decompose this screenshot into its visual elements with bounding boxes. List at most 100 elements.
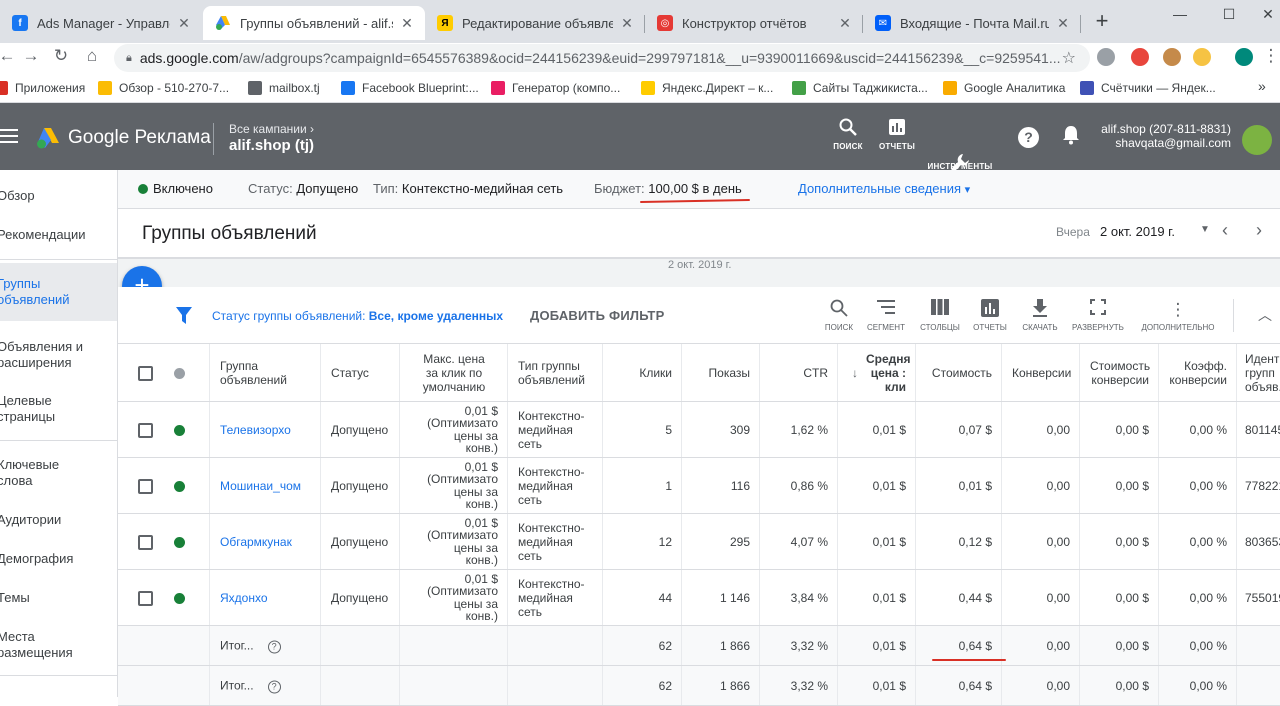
column-header-adgroup-type[interactable]: Тип группы объявлений — [508, 344, 603, 401]
row-checkbox[interactable] — [138, 590, 153, 606]
breadcrumb[interactable]: Все кампании › — [229, 122, 314, 136]
status-text: Допущено — [331, 534, 389, 549]
browser-tab[interactable]: Я Редактирование объявлений ✕ — [425, 6, 645, 40]
browser-tab[interactable]: ◎ Конструктор отчётов ✕ — [645, 6, 863, 40]
conv-rate-value: 0,00 % — [1189, 478, 1227, 493]
adgroup-name-link[interactable]: Обгармкунак — [220, 535, 311, 549]
nav-divider — [0, 440, 117, 441]
adgroup-name-link[interactable]: Телевизорхо — [220, 423, 311, 437]
bookmark-star-icon[interactable]: ☆ — [1062, 48, 1076, 68]
campaign-state[interactable]: Включено — [138, 181, 213, 196]
notifications-bell-icon[interactable] — [1062, 125, 1080, 150]
menu-icon[interactable] — [0, 129, 18, 147]
extension-cookie-icon[interactable] — [1163, 48, 1181, 66]
column-header-ctr[interactable]: CTR — [760, 344, 838, 401]
bookmark-item[interactable]: Яндекс.Директ – к... — [641, 81, 773, 95]
extension-shield-icon[interactable] — [1131, 48, 1149, 66]
bookmark-item[interactable]: Сайты Таджикиста... — [792, 81, 928, 95]
bookmark-item[interactable]: Счётчики — Яндек... — [1080, 81, 1216, 95]
adgroup-name-link[interactable]: Мошинаи_чом — [220, 479, 311, 493]
enabled-dot-icon[interactable] — [174, 424, 185, 436]
bookmark-item[interactable]: Обзор - 510-270-7... — [98, 81, 229, 95]
max-cpc-value[interactable]: 0,01 $ (Оптимизато цены за конв.) — [410, 460, 498, 511]
profile-avatar-icon[interactable] — [1235, 48, 1253, 66]
select-all-checkbox[interactable] — [138, 365, 153, 381]
browser-menu-icon[interactable]: ⋮ — [1260, 46, 1280, 66]
chevron-right-icon[interactable]: › — [1256, 220, 1262, 241]
total-conv-rate: 0,00 % — [1189, 638, 1227, 653]
extension-globe-icon[interactable] — [1097, 48, 1115, 66]
adgroup-name-link[interactable]: Яхдонхо — [220, 591, 311, 605]
account-info[interactable]: alif.shop (207-811-8831) shavqata@gmail.… — [1101, 122, 1231, 150]
column-header-cost-per-conv[interactable]: Стоимость конверсии — [1080, 344, 1159, 401]
back-icon[interactable]: ← — [0, 46, 18, 66]
column-header-adgroup[interactable]: Группа объявлений — [210, 344, 321, 401]
max-cpc-value[interactable]: 0,01 $ (Оптимизато цены за конв.) — [410, 404, 498, 455]
segment-icon — [862, 299, 910, 323]
filter-funnel-icon[interactable] — [176, 307, 192, 330]
close-icon[interactable]: ✕ — [176, 15, 192, 32]
active-filter[interactable]: Статус группы объявлений: Все, кроме уда… — [212, 309, 503, 323]
close-icon[interactable]: ✕ — [619, 15, 635, 32]
column-header-max-cpc[interactable]: Макс. цена за клик по умолчанию — [400, 344, 508, 401]
column-header-adgroup-id[interactable]: Идент групп объяв. — [1237, 344, 1280, 401]
more-details-link[interactable]: Дополнительные сведения ▾ — [798, 181, 970, 196]
reload-icon[interactable]: ↻ — [50, 46, 72, 66]
bookmark-item[interactable]: mailbox.tj — [248, 81, 320, 95]
help-icon[interactable]: ? — [267, 680, 281, 693]
row-checkbox[interactable] — [138, 422, 153, 438]
bookmark-item[interactable]: Google Аналитика — [943, 81, 1065, 95]
bookmark-item[interactable]: Facebook Blueprint:... — [341, 81, 479, 95]
chevron-up-icon[interactable]: ︿ — [1258, 305, 1272, 325]
max-cpc-value[interactable]: 0,01 $ (Оптимизато цены за конв.) — [410, 516, 498, 567]
caret-down-icon[interactable]: ▼ — [1200, 224, 1210, 235]
reports-button[interactable]: ОТЧЕТЫ — [970, 299, 1010, 332]
column-header-impressions[interactable]: Показы — [682, 344, 760, 401]
chevron-left-icon[interactable]: ‹ — [1222, 220, 1228, 241]
column-header-conversions[interactable]: Конверсии — [1002, 344, 1080, 401]
column-header-clicks[interactable]: Клики — [603, 344, 682, 401]
bookmarks-more-icon[interactable]: » — [1258, 78, 1266, 94]
close-icon[interactable]: ✕ — [837, 15, 853, 32]
columns-button[interactable]: СТОЛБЦЫ — [917, 299, 963, 332]
add-filter-button[interactable]: ДОБАВИТЬ ФИЛЬТР — [530, 308, 664, 323]
date-range-picker[interactable]: 2 окт. 2019 г. — [1100, 224, 1175, 239]
column-header-status[interactable]: Статус — [321, 344, 400, 401]
enabled-dot-icon[interactable] — [174, 536, 185, 548]
browser-tab[interactable]: f Ads Manager - Управление р ✕ — [0, 6, 202, 40]
row-checkbox[interactable] — [138, 478, 153, 494]
avatar[interactable] — [1242, 125, 1272, 155]
nav-item-adgroups[interactable]: Группы объявлений — [0, 263, 117, 321]
header-search-button[interactable]: ПОИСК — [830, 118, 866, 151]
close-icon[interactable]: ✕ — [1055, 15, 1071, 32]
column-header-avg-cpc[interactable]: ↓ Средня цена : кли — [838, 344, 916, 401]
close-icon[interactable]: ✕ — [399, 15, 415, 32]
help-icon[interactable]: ? — [267, 640, 281, 653]
maximize-icon[interactable]: ☐ — [1219, 6, 1239, 23]
forward-icon[interactable]: → — [20, 46, 42, 66]
home-icon[interactable]: ⌂ — [81, 46, 103, 66]
bookmark-item[interactable]: Генератор (компо... — [491, 81, 620, 95]
more-button[interactable]: ⋮ ДОПОЛНИТЕЛЬНО — [1140, 299, 1216, 332]
browser-tab-active[interactable]: Группы объявлений - alif.sho ✕ — [203, 6, 425, 40]
minimize-icon[interactable]: — — [1170, 6, 1190, 22]
column-header-conv-rate[interactable]: Коэфф. конверсии — [1159, 344, 1237, 401]
expand-button[interactable]: РАЗВЕРНУТЬ — [1070, 299, 1126, 332]
enabled-dot-icon[interactable] — [174, 592, 185, 604]
download-button[interactable]: СКАЧАТЬ — [1018, 299, 1062, 332]
max-cpc-value[interactable]: 0,01 $ (Оптимизато цены за конв.) — [410, 572, 498, 623]
browser-tab[interactable]: ✉ Входящие - Почта Mail.ru ✕ — [863, 6, 1081, 40]
row-checkbox[interactable] — [138, 534, 153, 550]
address-bar[interactable]: 🔒︎ ads.google.com /aw/adgroups?campaignI… — [114, 44, 1090, 72]
enabled-dot-icon[interactable] — [174, 480, 185, 492]
column-header-cost[interactable]: Стоимость — [916, 344, 1002, 401]
extension-moon-icon[interactable] — [1193, 48, 1211, 66]
close-window-icon[interactable]: ✕ — [1258, 6, 1278, 23]
segment-button[interactable]: СЕГМЕНТ — [862, 299, 910, 332]
header-reports-button[interactable]: ОТЧЕТЫ — [877, 118, 917, 151]
help-icon[interactable]: ? — [1018, 127, 1039, 148]
bookmark-apps[interactable]: Приложения — [0, 81, 85, 95]
table-search-button[interactable]: ПОИСК — [818, 299, 860, 332]
new-tab-icon[interactable]: + — [1091, 10, 1113, 32]
campaign-budget[interactable]: Бюджет: 100,00 $ в день — [594, 181, 742, 196]
